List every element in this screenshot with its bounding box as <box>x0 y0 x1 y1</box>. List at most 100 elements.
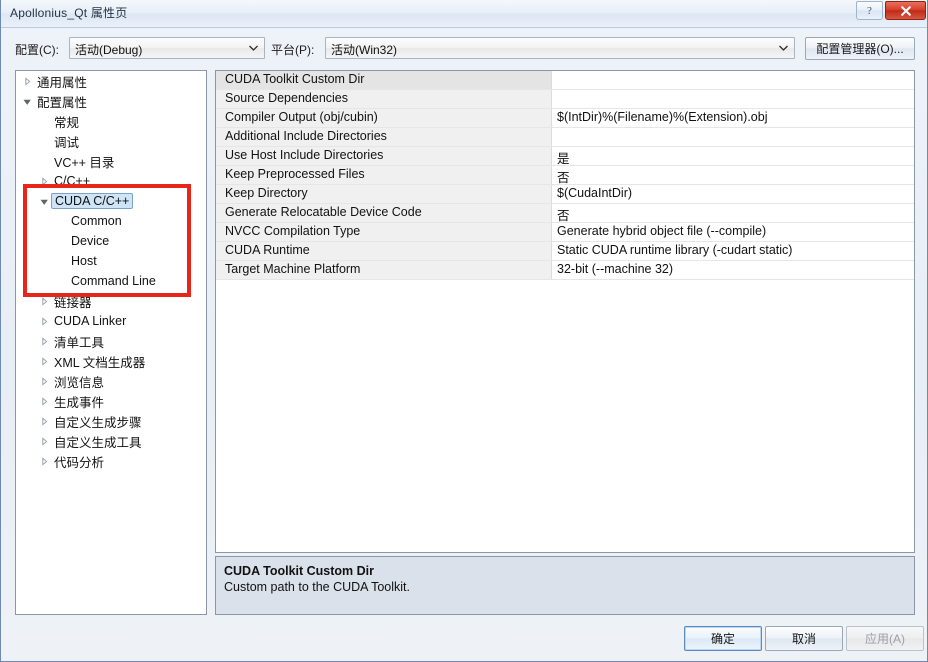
tree-item-[interactable]: 代码分析 <box>16 451 206 471</box>
question-mark-icon: ? <box>867 5 872 17</box>
property-row[interactable]: NVCC Compilation Type Generate hybrid obj… <box>216 223 914 242</box>
triangle-right-icon[interactable] <box>37 176 51 186</box>
property-value[interactable]: 否 <box>552 204 914 222</box>
property-row[interactable]: Keep Preprocessed Files 否 <box>216 166 914 185</box>
apply-button: 应用(A) <box>846 626 924 651</box>
property-row[interactable]: Use Host Include Directories 是 <box>216 147 914 166</box>
property-name: Target Machine Platform <box>216 261 552 279</box>
property-row[interactable]: Generate Relocatable Device Code 否 <box>216 204 914 223</box>
tree-item-label: 代码分析 <box>54 455 105 470</box>
tree-item-[interactable]: 配置属性 <box>16 91 206 111</box>
tree-item-label: VC++ 目录 <box>54 155 115 170</box>
properties-dialog-window: Apollonius_Qt 属性页 ? 配置(C): 活动(Debug) 平台(… <box>0 0 928 662</box>
tree-item-label: XML 文档生成器 <box>54 355 146 370</box>
platform-dropdown[interactable]: 活动(Win32) <box>325 37 795 59</box>
property-row[interactable]: Compiler Output (obj/cubin) $(IntDir)%(Fi… <box>216 109 914 128</box>
property-value[interactable]: $(CudaIntDir) <box>552 185 914 203</box>
tree-item-label: Common <box>71 214 122 228</box>
tree-item-[interactable]: 链接器 <box>16 291 206 311</box>
tree-item-common[interactable]: Common <box>16 211 206 231</box>
triangle-right-icon[interactable] <box>37 336 51 346</box>
triangle-right-icon[interactable] <box>37 416 51 426</box>
tree-item-label: CUDA C/C++ <box>51 193 134 209</box>
triangle-right-icon[interactable] <box>37 436 51 446</box>
property-name: CUDA Toolkit Custom Dir <box>216 71 552 89</box>
tree-item-[interactable]: 自定义生成步骤 <box>16 411 206 431</box>
close-icon <box>900 5 911 16</box>
triangle-down-icon[interactable] <box>20 97 34 106</box>
tree-item-[interactable]: 常规 <box>16 111 206 131</box>
tree-item-label: 配置属性 <box>37 95 88 110</box>
ok-button[interactable]: 确定 <box>684 626 762 651</box>
triangle-down-icon[interactable] <box>37 197 51 206</box>
chevron-down-icon <box>776 38 790 58</box>
tree-item-label: C/C++ <box>54 174 91 188</box>
triangle-right-icon[interactable] <box>37 456 51 466</box>
tree-item-label: 调试 <box>54 135 80 150</box>
tree-item-host[interactable]: Host <box>16 251 206 271</box>
property-row[interactable]: CUDA Runtime Static CUDA runtime library … <box>216 242 914 261</box>
tree-item-[interactable]: 通用属性 <box>16 71 206 91</box>
tree-item-c-c[interactable]: C/C++ <box>16 171 206 191</box>
tree-item-command-line[interactable]: Command Line <box>16 271 206 291</box>
configuration-dropdown[interactable]: 活动(Debug) <box>69 37 265 59</box>
tree-item-label: 链接器 <box>54 295 92 310</box>
property-value[interactable] <box>552 90 914 108</box>
platform-dropdown-value: 活动(Win32) <box>331 43 398 57</box>
tree-item-label: 浏览信息 <box>54 375 105 390</box>
svg-text:?: ? <box>867 5 872 17</box>
property-name: Additional Include Directories <box>216 128 552 146</box>
tree-item-label: Host <box>71 254 97 268</box>
property-name: Use Host Include Directories <box>216 147 552 165</box>
property-value[interactable]: Generate hybrid object file (--compile) <box>552 223 914 241</box>
property-row[interactable]: Source Dependencies <box>216 90 914 109</box>
property-row[interactable]: Additional Include Directories <box>216 128 914 147</box>
tree-item-[interactable]: 清单工具 <box>16 331 206 351</box>
tree-item-[interactable]: 调试 <box>16 131 206 151</box>
property-name: CUDA Runtime <box>216 242 552 260</box>
property-name: Generate Relocatable Device Code <box>216 204 552 222</box>
tree-item-[interactable]: 自定义生成工具 <box>16 431 206 451</box>
property-value[interactable]: 32-bit (--machine 32) <box>552 261 914 279</box>
property-grid[interactable]: CUDA Toolkit Custom Dir Source Dependenci… <box>215 70 915 553</box>
triangle-right-icon[interactable] <box>20 76 34 86</box>
triangle-right-icon[interactable] <box>37 296 51 306</box>
close-button[interactable] <box>885 1 926 20</box>
cancel-button[interactable]: 取消 <box>765 626 843 651</box>
tree-item-label: Command Line <box>71 274 156 288</box>
triangle-right-icon[interactable] <box>37 376 51 386</box>
triangle-right-icon[interactable] <box>37 396 51 406</box>
property-value[interactable] <box>552 71 914 89</box>
tree-item-[interactable]: 浏览信息 <box>16 371 206 391</box>
dialog-footer: 确定 取消 应用(A) <box>1 620 927 661</box>
property-row[interactable]: CUDA Toolkit Custom Dir <box>216 71 914 90</box>
tree-item-label: CUDA Linker <box>54 314 127 328</box>
tree-item-xml[interactable]: XML 文档生成器 <box>16 351 206 371</box>
property-row[interactable]: Keep Directory $(CudaIntDir) <box>216 185 914 204</box>
tree-item-[interactable]: 生成事件 <box>16 391 206 411</box>
property-value[interactable]: 是 <box>552 147 914 165</box>
configuration-label: 配置(C): <box>15 43 59 57</box>
property-value[interactable] <box>552 128 914 146</box>
property-name: Keep Directory <box>216 185 552 203</box>
configuration-dropdown-value: 活动(Debug) <box>75 43 143 57</box>
property-row[interactable]: Target Machine Platform 32-bit (--machine… <box>216 261 914 280</box>
title-bar: Apollonius_Qt 属性页 ? <box>1 0 927 28</box>
settings-tree[interactable]: 通用属性配置属性 常规调试 VC++ 目录 C/C++ CUDA C/C++ Common… <box>15 70 207 615</box>
tree-item-label: 通用属性 <box>37 75 88 90</box>
triangle-right-icon[interactable] <box>37 316 51 326</box>
property-value[interactable]: 否 <box>552 166 914 184</box>
property-value[interactable]: Static CUDA runtime library (-cudart sta… <box>552 242 914 260</box>
configuration-bar: 配置(C): 活动(Debug) 平台(P): 活动(Win32) 配置管理器(… <box>1 29 927 65</box>
description-title: CUDA Toolkit Custom Dir <box>224 564 374 578</box>
tree-item-device[interactable]: Device <box>16 231 206 251</box>
chevron-down-icon <box>246 38 260 58</box>
tree-item-cuda-c-c[interactable]: CUDA C/C++ <box>16 191 206 211</box>
triangle-right-icon[interactable] <box>37 356 51 366</box>
configuration-manager-button[interactable]: 配置管理器(O)... <box>805 37 915 60</box>
tree-item-vc[interactable]: VC++ 目录 <box>16 151 206 171</box>
help-button[interactable]: ? <box>856 1 883 20</box>
property-value[interactable]: $(IntDir)%(Filename)%(Extension).obj <box>552 109 914 127</box>
tree-item-cuda-linker[interactable]: CUDA Linker <box>16 311 206 331</box>
property-name: NVCC Compilation Type <box>216 223 552 241</box>
